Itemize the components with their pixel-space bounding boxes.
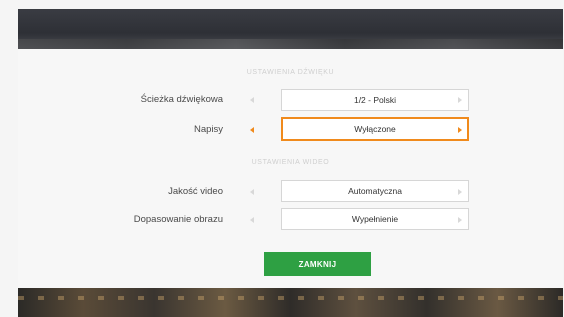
arrow-right-icon[interactable] [458, 217, 462, 223]
video-background-bottom [18, 288, 563, 317]
label-video-quality: Jakość video [168, 186, 223, 197]
arrow-right-icon[interactable] [458, 127, 462, 133]
arrow-left-icon[interactable] [250, 189, 254, 195]
close-button[interactable]: ZAMKNIJ [264, 252, 371, 276]
label-image-fit: Dopasowanie obrazu [133, 214, 223, 225]
player-frame: USTAWIENIA DŹWIĘKU Ścieżka dźwiękowa 1/2… [0, 0, 564, 317]
arrow-left-icon[interactable] [250, 217, 254, 223]
video-quality-selector[interactable]: Automatyczna [281, 180, 469, 202]
section-heading-video: USTAWIENIA WIDEO [251, 159, 330, 166]
label-subtitles: Napisy [193, 124, 223, 135]
video-background-top [18, 9, 563, 49]
arrow-right-icon[interactable] [458, 189, 462, 195]
label-audio-track: Ścieżka dźwiękowa [140, 94, 223, 105]
arrow-right-icon[interactable] [458, 97, 462, 103]
audio-track-selector[interactable]: 1/2 - Polski [281, 89, 469, 111]
section-heading-audio: USTAWIENIA DŹWIĘKU [246, 69, 335, 76]
image-fit-selector[interactable]: Wypełnienie [281, 208, 469, 230]
arrow-left-icon[interactable] [250, 127, 254, 133]
arrow-left-icon[interactable] [250, 97, 254, 103]
settings-dialog: USTAWIENIA DŹWIĘKU Ścieżka dźwiękowa 1/2… [18, 49, 563, 288]
subtitles-selector[interactable]: Wyłączone [281, 117, 469, 141]
